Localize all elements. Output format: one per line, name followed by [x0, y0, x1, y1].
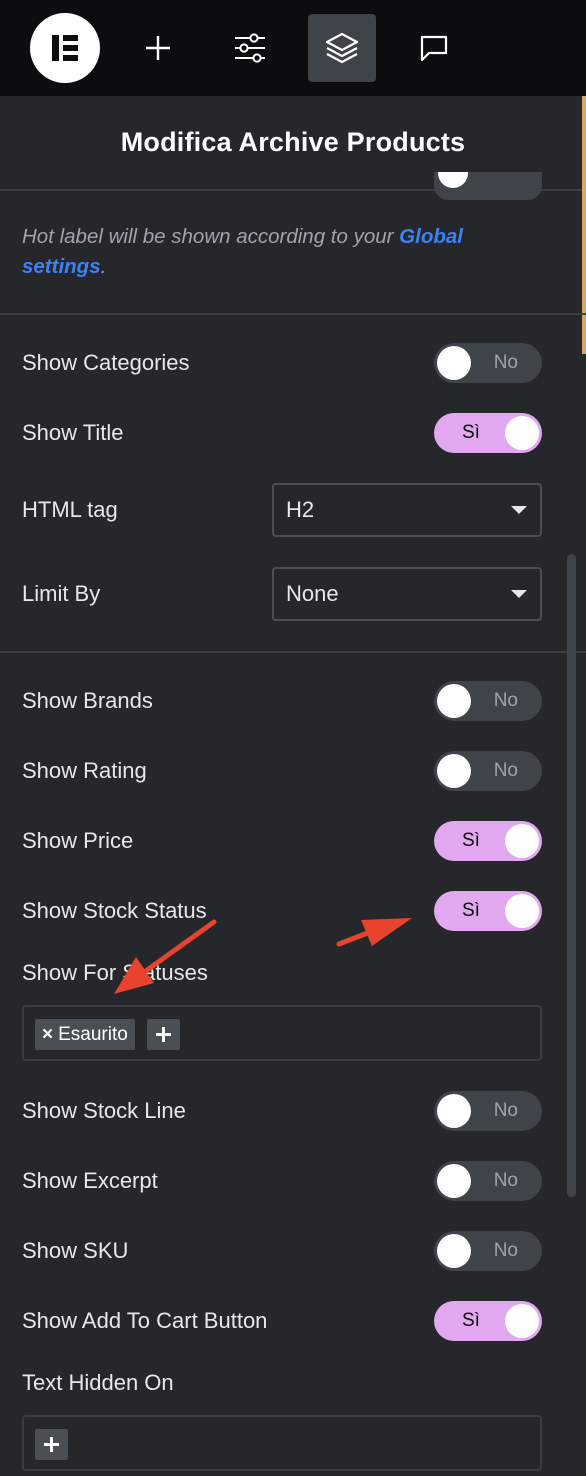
toggle-state: No [493, 690, 518, 711]
show-price-toggle[interactable]: Sì [434, 821, 542, 861]
show-brands-toggle[interactable]: No [434, 681, 542, 721]
show-add-to-cart-label: Show Add To Cart Button [22, 1308, 268, 1333]
toggle-knob [505, 824, 539, 858]
toggle-state: No [493, 760, 518, 781]
plus-icon[interactable] [124, 14, 192, 82]
toggle-state: Sì [462, 422, 480, 443]
add-tag-button[interactable] [147, 1019, 180, 1050]
toggle-state: No [493, 1240, 518, 1261]
html-tag-label: HTML tag [22, 497, 118, 522]
show-stock-status-toggle[interactable]: Sì [434, 891, 542, 931]
elementor-logo-icon[interactable] [30, 13, 100, 83]
show-stock-line-label: Show Stock Line [22, 1098, 186, 1123]
toggle-knob [437, 684, 471, 718]
toggle-state: Sì [462, 900, 480, 921]
show-stock-line-toggle[interactable]: No [434, 1091, 542, 1131]
text-hidden-on-label: Text Hidden On [22, 1370, 174, 1395]
note-suffix: . [100, 255, 107, 278]
select-value: H2 [286, 497, 315, 522]
toggle-state: Sì [462, 1310, 480, 1331]
select-value: None [286, 581, 339, 606]
show-title-label: Show Title [22, 420, 124, 445]
show-for-statuses-label: Show For Statuses [22, 960, 208, 985]
limit-by-select[interactable]: None [272, 567, 542, 621]
chat-icon[interactable] [400, 14, 468, 82]
toggle-knob [505, 894, 539, 928]
statuses-tag-input[interactable]: × Esaurito [22, 1005, 542, 1061]
show-sku-toggle[interactable]: No [434, 1231, 542, 1271]
show-add-to-cart-toggle[interactable]: Sì [434, 1301, 542, 1341]
show-title-toggle[interactable]: Sì [434, 413, 542, 453]
top-toolbar [0, 0, 586, 96]
note-text: Hot label will be shown according to you… [22, 225, 400, 248]
show-stock-status-label: Show Stock Status [22, 898, 207, 923]
toggle-knob [505, 1304, 539, 1338]
status-tag-label: Esaurito [58, 1024, 128, 1045]
toggle-state: No [493, 352, 518, 373]
toggle-knob [437, 346, 471, 380]
close-icon[interactable]: × [42, 1024, 53, 1045]
show-brands-label: Show Brands [22, 688, 153, 713]
toggle-knob [505, 416, 539, 450]
limit-by-label: Limit By [22, 581, 101, 606]
sliders-icon[interactable] [216, 14, 284, 82]
show-sku-label: Show SKU [22, 1238, 129, 1263]
add-tag-button[interactable] [35, 1429, 68, 1460]
chevron-down-icon [511, 590, 527, 598]
show-price-label: Show Price [22, 828, 134, 853]
show-categories-label: Show Categories [22, 350, 190, 375]
hot-label-note: Hot label will be shown according to you… [22, 222, 542, 282]
toggle-state: No [493, 1170, 518, 1191]
accent-strip [582, 96, 586, 354]
toggle-state: No [493, 1100, 518, 1121]
show-excerpt-label: Show Excerpt [22, 1168, 158, 1193]
annotation-arrow-icon [336, 918, 412, 947]
show-rating-label: Show Rating [22, 758, 147, 783]
section-divider [0, 313, 586, 315]
toggle-knob [437, 1164, 471, 1198]
html-tag-select[interactable]: H2 [272, 483, 542, 537]
scrollbar[interactable] [567, 554, 576, 1197]
toggle-state: Sì [462, 830, 480, 851]
toggle-knob [437, 1234, 471, 1268]
text-hidden-on-tag-input[interactable] [22, 1415, 542, 1471]
toggle-knob [437, 1094, 471, 1128]
panel-title: Modifica Archive Products [120, 127, 466, 157]
status-tag[interactable]: × Esaurito [35, 1019, 135, 1050]
layers-icon[interactable] [308, 14, 376, 82]
partial-toggle[interactable] [434, 172, 542, 200]
show-excerpt-toggle[interactable]: No [434, 1161, 542, 1201]
show-categories-toggle[interactable]: No [434, 343, 542, 383]
chevron-down-icon [511, 506, 527, 514]
show-rating-toggle[interactable]: No [434, 751, 542, 791]
toggle-knob [437, 754, 471, 788]
section-divider [0, 651, 586, 653]
